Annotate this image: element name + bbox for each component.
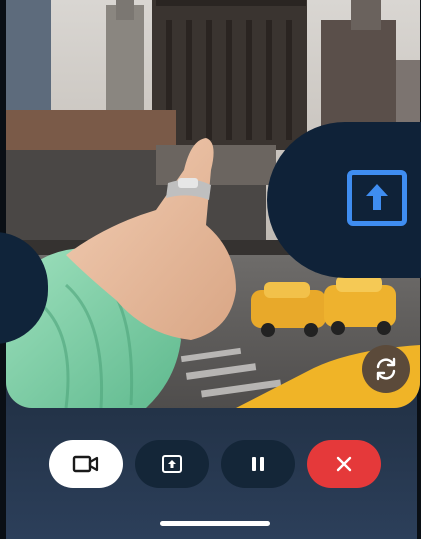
screen-share-icon: [162, 455, 182, 473]
share-screen-button[interactable]: [135, 440, 209, 488]
home-indicator[interactable]: [160, 521, 270, 526]
share-screen-panel[interactable]: [267, 122, 421, 278]
video-camera-icon: [72, 455, 99, 473]
pause-icon: [252, 457, 264, 471]
close-icon: [336, 456, 352, 472]
pause-button[interactable]: [221, 440, 295, 488]
screen-share-icon: [347, 170, 407, 226]
end-call-button[interactable]: [307, 440, 381, 488]
camera-toggle-button[interactable]: [49, 440, 123, 488]
flip-camera-button[interactable]: [362, 345, 410, 393]
call-screen: [0, 0, 421, 539]
flip-camera-icon: [376, 357, 396, 381]
call-controls-bar: [0, 440, 421, 490]
